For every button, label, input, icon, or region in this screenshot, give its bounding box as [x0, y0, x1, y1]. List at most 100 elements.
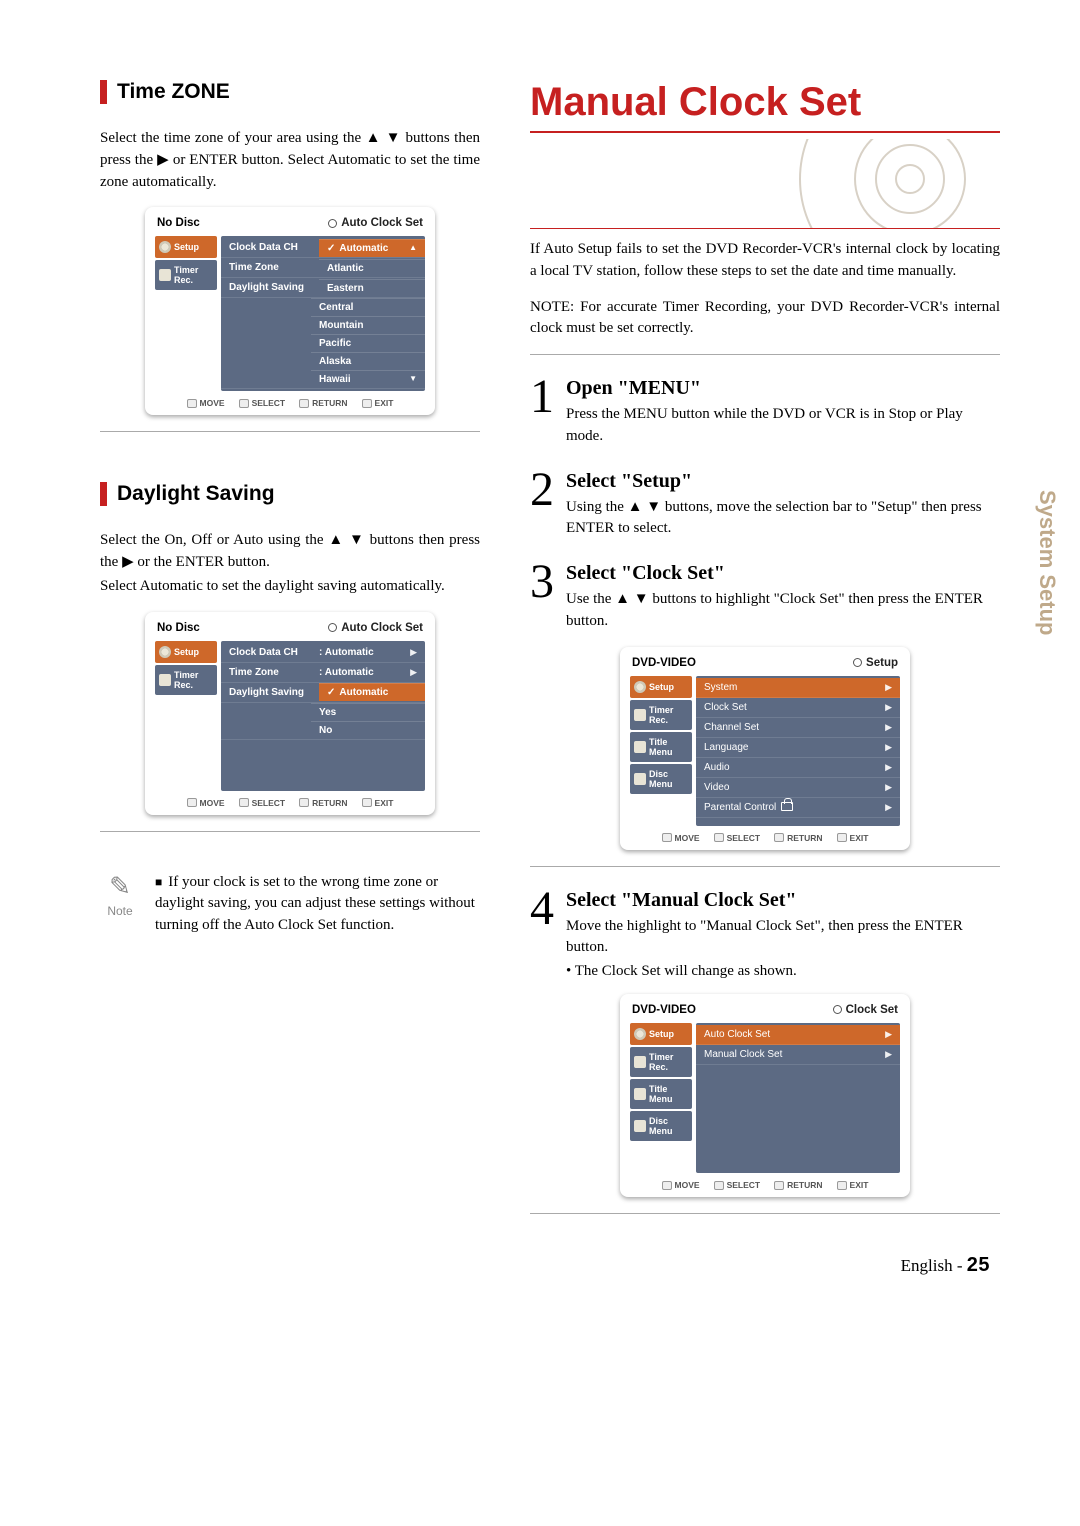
left-column: Time ZONE Select the time zone of your a…: [100, 80, 480, 1277]
side-tab-label: System Setup: [1034, 490, 1060, 636]
osd-title-right: Setup: [853, 657, 898, 669]
panel-row-time-zone[interactable]: Time Zone Atlantic: [221, 258, 425, 278]
osd-title-right: Auto Clock Set: [328, 622, 423, 634]
panel-row-daylight[interactable]: Daylight Saving Eastern: [221, 278, 425, 298]
tz-option-automatic[interactable]: ✓Automatic▲: [319, 239, 425, 257]
lock-icon: [781, 802, 793, 811]
sidebar-item-setup[interactable]: Setup: [630, 1023, 692, 1045]
tz-option-alaska[interactable]: Alaska: [311, 352, 425, 370]
gear-icon: [634, 681, 646, 693]
tz-option-atlantic[interactable]: Atlantic: [319, 259, 425, 277]
disc-icon: [634, 1120, 646, 1132]
step-text: Move the highlight to "Manual Clock Set"…: [566, 916, 1000, 960]
step-title: Select "Setup": [566, 470, 1000, 493]
osd-title-left: DVD-VIDEO: [632, 657, 696, 669]
sidebar-item-disc-menu[interactable]: Disc Menu: [630, 764, 692, 794]
gear-icon: [159, 646, 171, 658]
calendar-icon: [159, 674, 171, 686]
move-key-icon: [662, 1181, 672, 1190]
step-2: 2 Select "Setup" Using the ▲ ▼ buttons, …: [530, 470, 1000, 541]
osd-title-right: Auto Clock Set: [328, 217, 423, 229]
move-key-icon: [187, 399, 197, 408]
sidebar-item-timer[interactable]: Timer Rec.: [630, 1047, 692, 1077]
panel-row-daylight[interactable]: Daylight Saving ✓Automatic: [221, 683, 425, 703]
return-key-icon: [299, 399, 309, 408]
title-icon: [634, 741, 646, 753]
osd-title-right: Clock Set: [833, 1004, 898, 1016]
menu-item-audio[interactable]: Audio▶: [696, 758, 900, 778]
menu-item-auto-clock[interactable]: Auto Clock Set▶: [696, 1025, 900, 1045]
osd-title-left: No Disc: [157, 217, 200, 229]
osd-clock-set-menu: DVD-VIDEO Clock Set Setup Timer Rec. Tit…: [620, 994, 910, 1197]
page-main-title: Manual Clock Set: [530, 80, 1000, 133]
tz-option-pacific[interactable]: Pacific: [311, 334, 425, 352]
tz-option-central[interactable]: Central: [311, 298, 425, 316]
divider: [530, 1213, 1000, 1214]
step-1: 1 Open "MENU" Press the MENU button whil…: [530, 377, 1000, 448]
menu-item-manual-clock[interactable]: Manual Clock Set▶: [696, 1045, 900, 1065]
select-key-icon: [239, 798, 249, 807]
panel-row-clock-data[interactable]: Clock Data CH: Automatic▶: [221, 643, 425, 663]
sidebar-item-setup[interactable]: Setup: [155, 641, 217, 663]
select-key-icon: [714, 833, 724, 842]
gear-icon: [159, 241, 171, 253]
menu-item-system[interactable]: System▶: [696, 678, 900, 698]
return-key-icon: [774, 833, 784, 842]
exit-key-icon: [837, 1181, 847, 1190]
daylight-title: Daylight Saving: [117, 482, 275, 506]
exit-key-icon: [362, 399, 372, 408]
page-footer: English - 25: [530, 1254, 1000, 1277]
ds-option-yes[interactable]: Yes: [311, 703, 425, 721]
menu-item-parental[interactable]: Parental Control▶: [696, 798, 900, 818]
ds-option-no[interactable]: No: [311, 721, 425, 739]
osd-title-left: No Disc: [157, 622, 200, 634]
osd-title-left: DVD-VIDEO: [632, 1004, 696, 1016]
sidebar-item-timer[interactable]: Timer Rec.: [155, 665, 217, 695]
divider: [530, 354, 1000, 355]
return-key-icon: [774, 1181, 784, 1190]
sidebar-item-title-menu[interactable]: Title Menu: [630, 732, 692, 762]
menu-item-language[interactable]: Language▶: [696, 738, 900, 758]
section-bar-icon: [100, 482, 107, 506]
gear-icon: [634, 1028, 646, 1040]
sidebar-item-disc-menu[interactable]: Disc Menu: [630, 1111, 692, 1141]
step-title: Select "Clock Set": [566, 562, 1000, 585]
timezone-title: Time ZONE: [117, 80, 230, 104]
title-icon: [634, 1088, 646, 1100]
intro-note: NOTE: For accurate Timer Recording, your…: [530, 297, 1000, 341]
select-key-icon: [714, 1181, 724, 1190]
osd-daylight: No Disc Auto Clock Set Setup Timer Rec. …: [145, 612, 435, 815]
calendar-icon: [634, 1056, 646, 1068]
step-title: Select "Manual Clock Set": [566, 889, 1000, 912]
note-label: Note: [107, 904, 132, 918]
tz-option-mountain[interactable]: Mountain: [311, 316, 425, 334]
panel-row-time-zone[interactable]: Time Zone: Automatic▶: [221, 663, 425, 683]
panel-row-clock-data[interactable]: Clock Data CH ✓Automatic▲: [221, 238, 425, 258]
menu-item-clock-set[interactable]: Clock Set▶: [696, 698, 900, 718]
sidebar-item-setup[interactable]: Setup: [155, 236, 217, 258]
select-key-icon: [239, 399, 249, 408]
menu-item-channel-set[interactable]: Channel Set▶: [696, 718, 900, 738]
intro-text: If Auto Setup fails to set the DVD Recor…: [530, 239, 1000, 283]
move-key-icon: [187, 798, 197, 807]
step-4: 4 Select "Manual Clock Set" Move the hig…: [530, 889, 1000, 981]
tz-option-eastern[interactable]: Eastern: [319, 279, 425, 297]
divider: [530, 866, 1000, 867]
note-block: ✎ Note ■If your clock is set to the wron…: [100, 872, 480, 937]
sidebar-item-timer[interactable]: Timer Rec.: [630, 700, 692, 730]
tz-option-hawaii[interactable]: Hawaii▼: [311, 370, 425, 388]
sidebar-item-timer[interactable]: Timer Rec.: [155, 260, 217, 290]
menu-item-video[interactable]: Video▶: [696, 778, 900, 798]
osd-timezone: No Disc Auto Clock Set Setup Timer Rec. …: [145, 207, 435, 415]
disc-icon: [634, 773, 646, 785]
sidebar-item-setup[interactable]: Setup: [630, 676, 692, 698]
divider: [100, 831, 480, 832]
osd-setup-menu: DVD-VIDEO Setup Setup Timer Rec. Title M…: [620, 647, 910, 850]
move-key-icon: [662, 833, 672, 842]
exit-key-icon: [837, 833, 847, 842]
sidebar-item-title-menu[interactable]: Title Menu: [630, 1079, 692, 1109]
section-bar-icon: [100, 80, 107, 104]
ds-option-automatic[interactable]: ✓Automatic: [319, 683, 425, 701]
disc-illustration: [530, 139, 1000, 229]
calendar-icon: [634, 709, 646, 721]
